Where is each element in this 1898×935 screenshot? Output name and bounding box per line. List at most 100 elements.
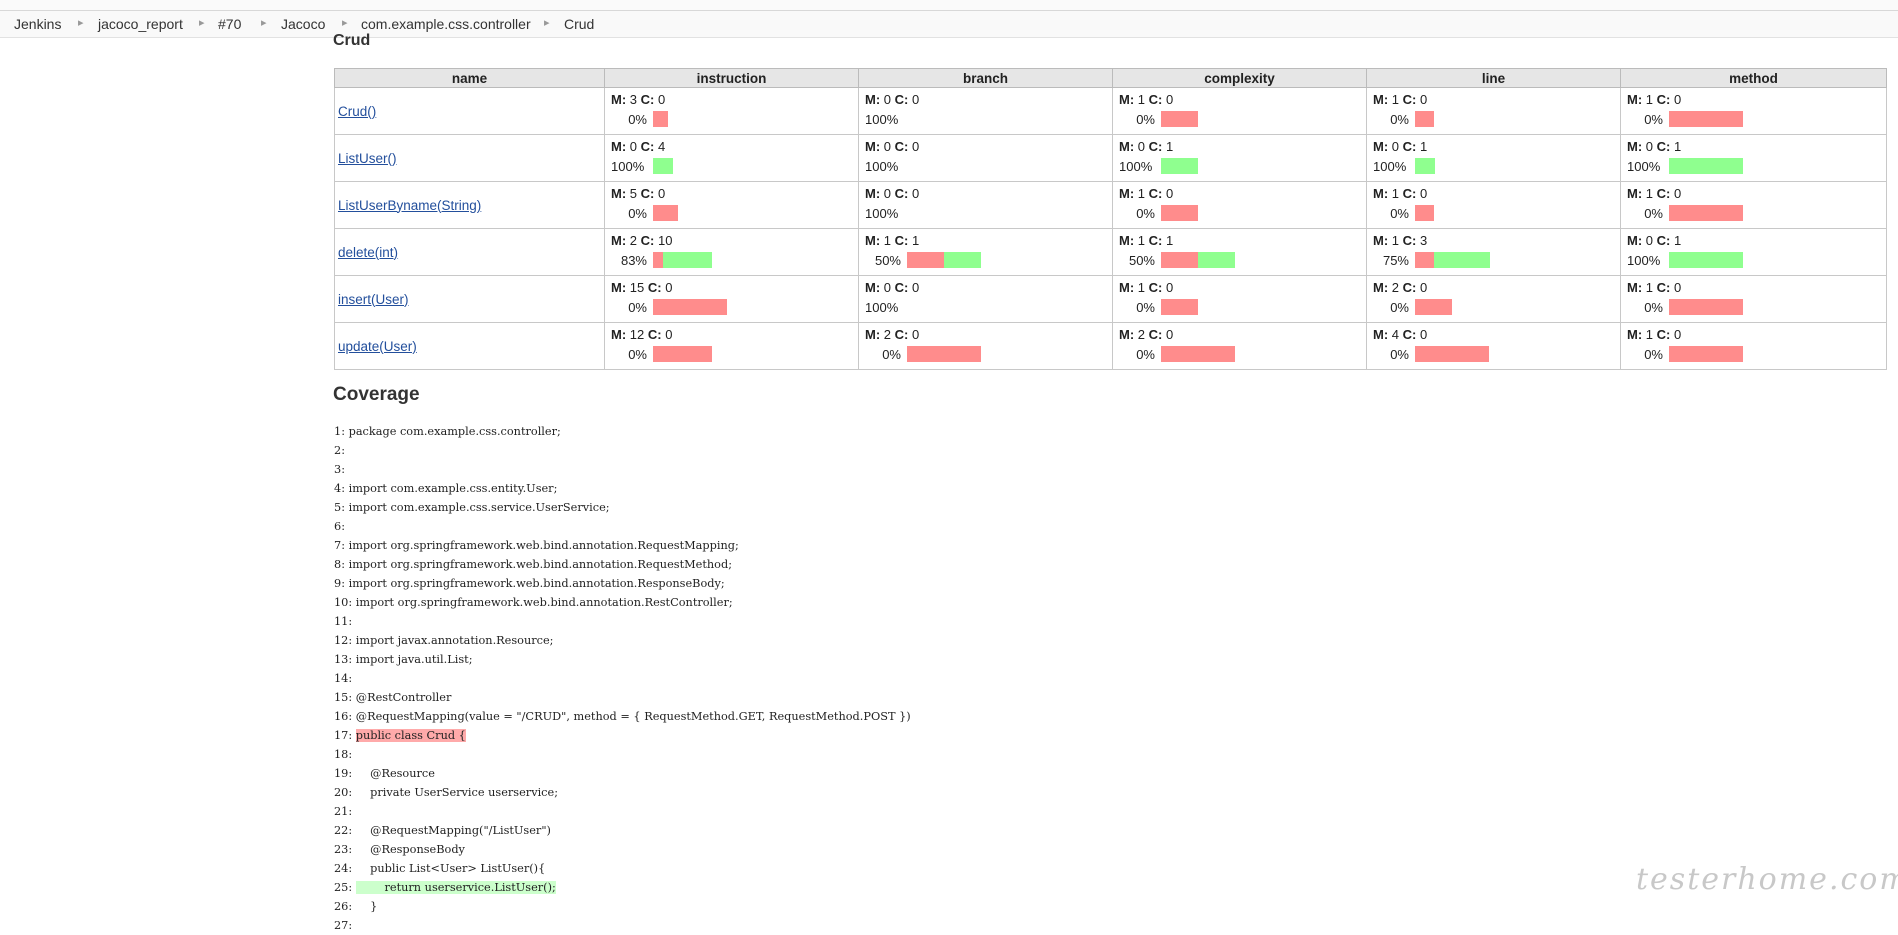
coverage-bar (653, 158, 673, 174)
line-code: public class Crud { (355, 729, 466, 742)
line-code: @Resource (355, 767, 435, 780)
covered-label: C: (1402, 327, 1417, 342)
missed-count: 1 (1645, 92, 1654, 107)
covered-count: 10 (658, 233, 673, 248)
line-number: 4 (334, 482, 342, 495)
missed-label: M: (1373, 92, 1389, 107)
line-number: 12 (334, 634, 349, 647)
line-number: 8 (334, 558, 342, 571)
method-name-cell: Crud() (334, 87, 605, 135)
source-line: 1: package com.example.css.controller; (334, 425, 561, 438)
method-link[interactable]: delete(int) (338, 245, 398, 260)
instruction-cell: M: 0 C: 4 100% (604, 134, 859, 182)
source-line: 24: public List<User> ListUser(){ (334, 862, 546, 875)
covered-bar-segment (1669, 158, 1743, 174)
coverage-bar (1415, 158, 1435, 174)
covered-label: C: (894, 233, 909, 248)
missed-bar-segment (1669, 299, 1743, 315)
line-number: 21 (334, 805, 349, 818)
missed-count: 1 (1391, 233, 1400, 248)
missed-count: 0 (883, 280, 892, 295)
covered-count: 0 (1166, 280, 1174, 295)
missed-bar-segment (653, 111, 668, 127)
coverage-bar (653, 346, 712, 362)
method-link[interactable]: insert(User) (338, 292, 409, 307)
missed-covered-counts: M: 1 C: 0 (1119, 279, 1366, 296)
line-number: 15 (334, 691, 349, 704)
covered-count: 0 (1674, 280, 1682, 295)
watermark-logo: testerhome.com (1636, 862, 1898, 897)
covered-count: 0 (658, 92, 666, 107)
missed-label: M: (1373, 327, 1389, 342)
covered-count: 0 (912, 280, 920, 295)
source-line: 21: (334, 805, 356, 818)
line-code: @RestController (355, 691, 452, 704)
coverage-percent: 100% (865, 299, 899, 315)
missed-count: 2 (883, 327, 892, 342)
method-cell: M: 1 C: 0 0% (1620, 181, 1887, 229)
missed-label: M: (611, 280, 627, 295)
covered-count: 1 (1674, 233, 1682, 248)
missed-label: M: (1627, 280, 1643, 295)
missed-count: 4 (1391, 327, 1400, 342)
missed-covered-counts: M: 2 C: 0 (865, 326, 1112, 343)
line-cell: M: 0 C: 1 100% (1366, 134, 1621, 182)
missed-covered-counts: M: 2 C: 0 (1373, 279, 1620, 296)
breadcrumb-jacoco[interactable]: Jacoco (281, 16, 325, 32)
source-line: 7: import org.springframework.web.bind.a… (334, 539, 739, 552)
missed-bar-segment (1415, 205, 1434, 221)
covered-count: 0 (1166, 92, 1174, 107)
missed-bar-segment (1415, 252, 1434, 268)
coverage-percent: 0% (1644, 299, 1663, 315)
source-line: 17: public class Crud { (334, 729, 466, 742)
missed-covered-counts: M: 1 C: 0 (1627, 91, 1886, 108)
covered-label: C: (1148, 280, 1163, 295)
covered-label: C: (647, 280, 662, 295)
line-number: 27 (334, 919, 349, 932)
instruction-cell: M: 5 C: 0 0% (604, 181, 859, 229)
missed-count: 15 (629, 280, 645, 295)
breadcrumb-jenkins[interactable]: Jenkins (14, 16, 61, 32)
line-number: 14 (334, 672, 349, 685)
coverage-percent: 100% (1119, 158, 1153, 174)
coverage-bar (1415, 346, 1489, 362)
missed-covered-counts: M: 1 C: 0 (1119, 91, 1366, 108)
line-number: 5 (334, 501, 342, 514)
missed-count: 1 (1137, 280, 1146, 295)
method-link[interactable]: Crud() (338, 104, 376, 119)
breadcrumb-package[interactable]: com.example.css.controller (361, 16, 531, 32)
coverage-bar (1415, 205, 1434, 221)
method-link[interactable]: update(User) (338, 339, 417, 354)
covered-bar-segment (1434, 252, 1490, 268)
missed-label: M: (1119, 139, 1135, 154)
covered-count: 0 (658, 186, 666, 201)
method-link[interactable]: ListUser() (338, 151, 397, 166)
missed-label: M: (1627, 186, 1643, 201)
covered-count: 1 (912, 233, 920, 248)
line-number: 7 (334, 539, 342, 552)
coverage-percent: 0% (1136, 299, 1155, 315)
table-row: insert(User) M: 15 C: 0 0% M: 0 C: 0 100% M: … (334, 275, 1887, 323)
breadcrumb: Jenkins ▸ jacoco_report ▸ #70 ▸ Jacoco ▸… (0, 11, 1898, 38)
missed-covered-counts: M: 1 C: 1 (1119, 232, 1366, 249)
missed-bar-segment (653, 252, 663, 268)
method-link[interactable]: ListUserByname(String) (338, 198, 481, 213)
covered-bar-segment (1669, 252, 1743, 268)
covered-count: 0 (912, 327, 920, 342)
breadcrumb-job[interactable]: jacoco_report (98, 16, 183, 32)
line-number: 3 (334, 463, 342, 476)
missed-covered-counts: M: 0 C: 0 (865, 185, 1112, 202)
breadcrumb-build[interactable]: #70 (218, 16, 241, 32)
covered-count: 3 (1420, 233, 1428, 248)
covered-bar-segment (1161, 158, 1198, 174)
breadcrumb-class[interactable]: Crud (564, 16, 594, 32)
missed-label: M: (1627, 92, 1643, 107)
missed-label: M: (1119, 233, 1135, 248)
instruction-cell: M: 3 C: 0 0% (604, 87, 859, 135)
chevron-right-icon: ▸ (261, 17, 267, 29)
missed-covered-counts: M: 1 C: 0 (1627, 279, 1886, 296)
missed-bar-segment (1161, 346, 1235, 362)
missed-covered-counts: M: 0 C: 1 (1119, 138, 1366, 155)
coverage-percent: 0% (1136, 346, 1155, 362)
coverage-bar (1161, 299, 1198, 315)
